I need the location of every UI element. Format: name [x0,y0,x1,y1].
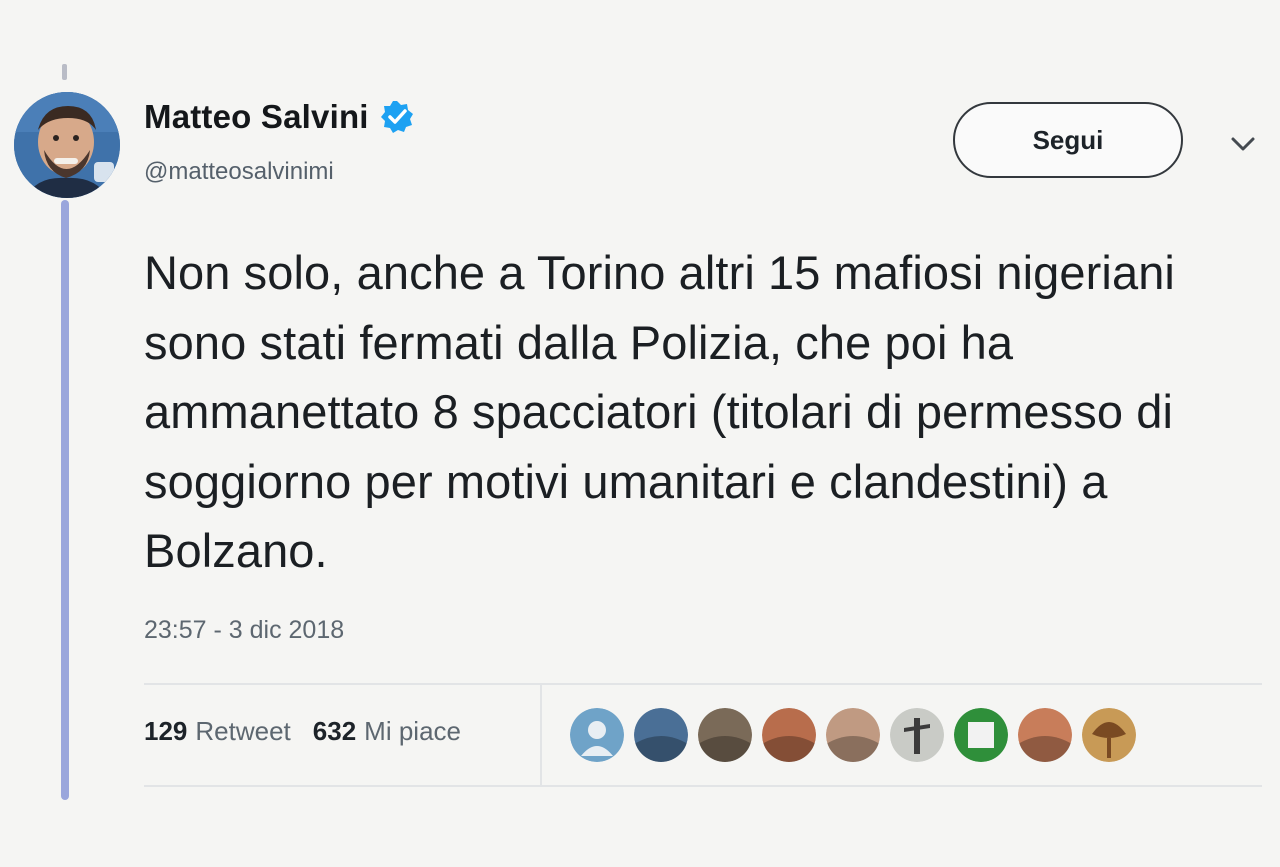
liker-avatar-tree-avatar[interactable] [1082,708,1136,762]
liker-avatar-portrait-avatar[interactable] [1018,708,1072,762]
liker-avatar-city-photo-avatar[interactable] [634,708,688,762]
retweets-count: 129 [144,716,188,746]
retweets-label: Retweet [195,716,291,746]
liker-avatar-figure-avatar[interactable] [890,708,944,762]
engagement-stats: 129 Retweet 632 Mi piace [144,716,461,747]
thread-connector-top [62,64,67,80]
liker-avatar-default-avatar[interactable] [570,708,624,762]
divider [144,785,1262,787]
author-row: Matteo Salvini [144,98,415,136]
author-handle[interactable]: @matteosalvinimi [144,158,334,186]
liker-avatar-landscape-avatar[interactable] [698,708,752,762]
avatar[interactable] [14,92,120,198]
liker-avatar-logo-avatar[interactable] [954,708,1008,762]
liker-avatar-portrait-avatar[interactable] [826,708,880,762]
follow-button[interactable]: Segui [953,102,1183,178]
thread-line [61,200,69,800]
tweet-text: Non solo, anche a Torino altri 15 mafios… [144,246,1175,577]
author-display-name[interactable]: Matteo Salvini [144,98,369,136]
divider [144,683,1262,685]
retweets-stat[interactable]: 129 Retweet [144,716,291,747]
chevron-down-icon[interactable] [1226,132,1260,156]
liker-avatars [570,708,1146,762]
likes-stat[interactable]: 632 Mi piace [313,716,461,747]
likes-label: Mi piace [364,716,461,746]
verified-badge-icon [379,99,415,135]
likes-count: 632 [312,716,357,746]
liker-avatar-portrait-avatar[interactable] [762,708,816,762]
stats-divider [540,685,542,785]
tweet-page: Matteo Salvini @matteosalvinimi Segui No… [0,0,1280,867]
tweet-timestamp[interactable]: 23:57 - 3 dic 2018 [144,616,344,645]
